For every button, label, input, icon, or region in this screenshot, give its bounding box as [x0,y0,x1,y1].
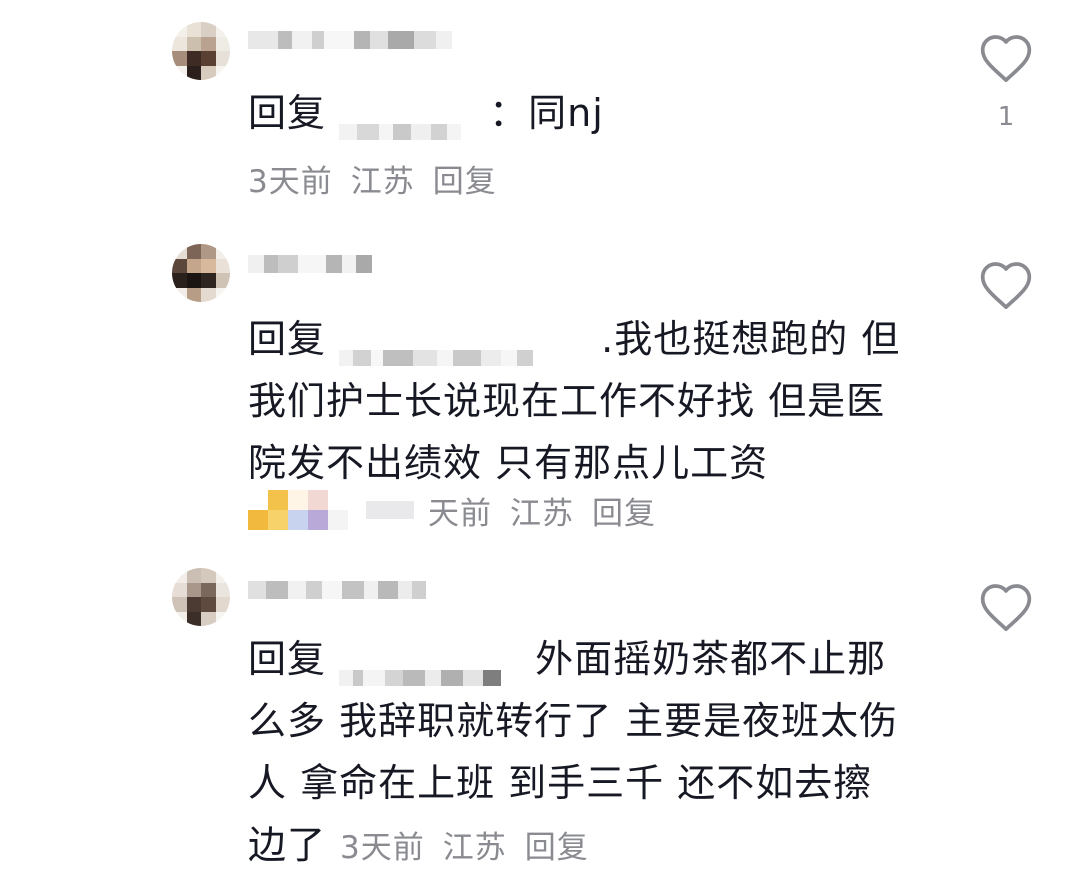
reply-prefix: 回复 [248,317,327,361]
mentioned-user-blurred[interactable] [339,645,535,686]
avatar[interactable] [172,244,230,302]
like-button[interactable]: 1 [978,32,1034,132]
nickname-blurred[interactable] [248,22,478,58]
heart-outline-icon [980,35,1032,83]
like-button[interactable] [978,581,1034,651]
reply-text: 回复 .我也挺想跑的 但我们护士长说现在工作不好找 但是医院发不出绩效 只有那点… [248,308,908,494]
reply-time: 3天前 [248,163,333,200]
mentioned-user-blurred[interactable] [339,99,489,140]
avatar[interactable] [172,22,230,80]
reply-location: 江苏 [510,495,574,532]
reply-time: 天前 [428,495,492,532]
time-blurred [366,501,414,519]
reply-meta: 天前 江苏 回复 [248,486,674,534]
reply-time: 3天前 [340,830,425,866]
reply-colon: . [601,317,615,361]
reply-action[interactable]: 回复 [592,488,656,533]
like-button[interactable] [978,259,1034,329]
mentioned-user-blurred[interactable] [339,325,601,366]
reply-prefix: 回复 [248,91,327,135]
reply-action[interactable]: 回复 [433,156,497,201]
like-count: 1 [997,102,1015,132]
avatar[interactable] [172,568,230,626]
reply-colon: ： [489,91,529,135]
nickname-blurred[interactable] [248,572,478,608]
reply-prefix: 回复 [248,637,327,681]
reply-location: 江苏 [350,163,415,200]
heart-outline-icon [980,584,1032,632]
reply-meta: 3天前 江苏 回复 [248,154,515,202]
nickname-blurred[interactable] [248,246,478,282]
reply-action[interactable]: 回复 [525,830,589,866]
reply-text: 回复 ：同nj [248,82,908,144]
reply-meta: 3天前 江苏 回复 [340,830,607,866]
heart-outline-icon [980,262,1032,310]
sticker-blurred [248,490,348,530]
reply-body: 同nj [528,91,604,135]
reply-text: 回复 外面摇奶茶都不止那么多 我辞职就转行了 主要是夜班太伤人 拿命在上班 到手… [248,628,908,879]
reply-location: 江苏 [442,830,507,866]
